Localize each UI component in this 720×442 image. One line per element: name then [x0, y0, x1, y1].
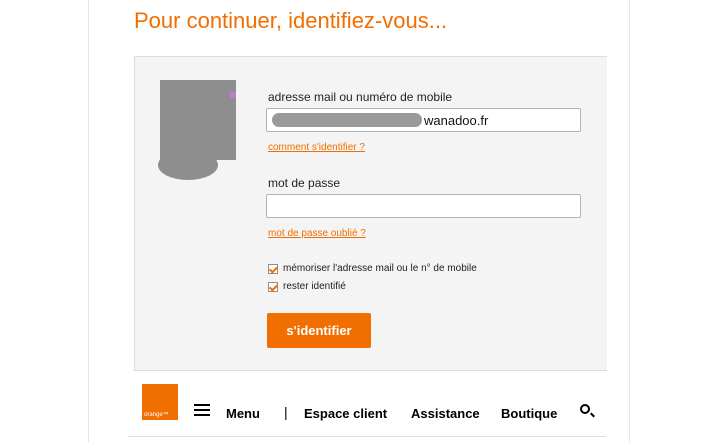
remember-row[interactable]: mémoriser l'adresse mail ou le n° de mob… — [268, 263, 477, 274]
remember-label: mémoriser l'adresse mail ou le n° de mob… — [283, 263, 477, 274]
page-title: Pour continuer, identifiez-vous... — [134, 8, 448, 33]
nav-item-espace-client[interactable]: Espace client — [304, 406, 387, 421]
email-redaction — [272, 113, 422, 127]
stay-label: rester identifié — [283, 281, 346, 292]
nav-item-assistance[interactable]: Assistance — [411, 406, 480, 421]
identify-button[interactable]: s'identifier — [267, 313, 371, 348]
email-label: adresse mail ou numéro de mobile — [268, 90, 453, 104]
password-label: mot de passe — [268, 176, 341, 190]
avatar-detail — [230, 92, 236, 98]
hamburger-icon[interactable] — [194, 404, 210, 416]
password-field[interactable] — [266, 194, 581, 218]
stay-row[interactable]: rester identifié — [268, 281, 346, 292]
stay-checkbox[interactable] — [268, 281, 278, 292]
search-icon[interactable] — [580, 404, 590, 414]
how-to-identify-link[interactable]: comment s'identifier ? — [268, 142, 365, 153]
orange-logo[interactable]: orange™ — [142, 384, 178, 420]
remember-checkbox[interactable] — [268, 263, 278, 274]
forgot-password-link[interactable]: mot de passe oublié ? — [268, 228, 366, 239]
nav-separator: | — [284, 404, 288, 420]
nav-item-boutique[interactable]: Boutique — [501, 406, 557, 421]
logo-text: orange™ — [144, 412, 169, 418]
email-value: wanadoo.fr — [424, 113, 489, 128]
avatar — [160, 80, 236, 160]
avatar-redaction — [158, 150, 218, 180]
menu-button[interactable]: Menu — [226, 406, 260, 421]
